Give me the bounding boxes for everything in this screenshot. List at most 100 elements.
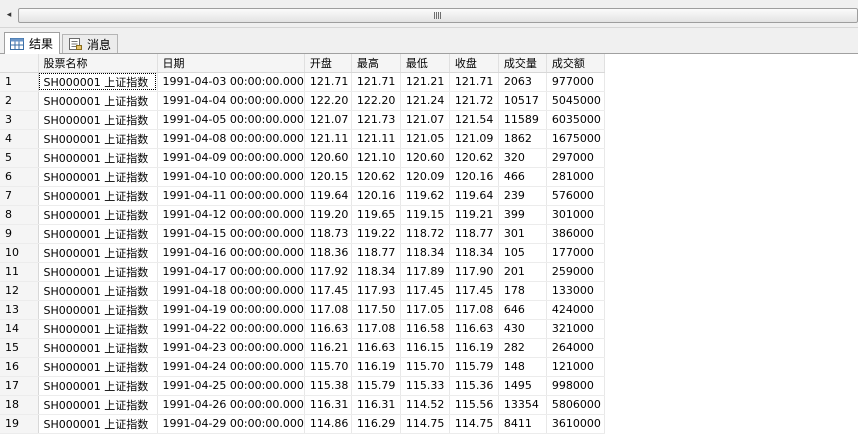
table-row[interactable]: 4 SH000001 上证指数 1991-04-08 00:00:00.000 121… — [0, 129, 605, 149]
table-cell[interactable]: 576000 — [546, 186, 605, 206]
table-cell[interactable]: SH000001 上证指数 — [38, 243, 158, 263]
table-cell[interactable]: 8411 — [498, 414, 547, 434]
table-cell[interactable]: 116.19 — [351, 357, 401, 377]
table-cell[interactable]: 399 — [498, 205, 547, 225]
table-cell[interactable]: 117.08 — [449, 300, 499, 320]
table-cell[interactable]: 321000 — [546, 319, 605, 339]
table-cell[interactable]: 1991-04-15 00:00:00.000 — [157, 224, 305, 244]
table-cell[interactable]: 646 — [498, 300, 547, 320]
table-row[interactable]: 16 SH000001 上证指数 1991-04-24 00:00:00.000 11… — [0, 357, 605, 377]
table-cell[interactable]: 120.15 — [304, 167, 352, 187]
horizontal-scrollbar[interactable]: ◂ — [0, 0, 858, 28]
table-row[interactable]: 18 SH000001 上证指数 1991-04-26 00:00:00.000 11… — [0, 395, 605, 415]
row-number[interactable]: 13 — [0, 300, 39, 320]
table-cell[interactable]: SH000001 上证指数 — [38, 167, 158, 187]
table-cell[interactable]: 264000 — [546, 338, 605, 358]
row-number[interactable]: 7 — [0, 186, 39, 206]
table-cell[interactable]: 1991-04-18 00:00:00.000 — [157, 281, 305, 301]
table-cell[interactable]: 120.16 — [449, 167, 499, 187]
table-cell[interactable]: 998000 — [546, 376, 605, 396]
table-cell[interactable]: 424000 — [546, 300, 605, 320]
table-cell[interactable]: 121.05 — [400, 129, 450, 149]
table-cell[interactable]: 114.86 — [304, 414, 352, 434]
table-row[interactable]: 8 SH000001 上证指数 1991-04-12 00:00:00.000 119… — [0, 205, 605, 225]
table-row[interactable]: 12 SH000001 上证指数 1991-04-18 00:00:00.000 11… — [0, 281, 605, 301]
table-cell[interactable]: 117.08 — [304, 300, 352, 320]
table-cell[interactable]: 120.60 — [400, 148, 450, 168]
table-cell[interactable]: 121000 — [546, 357, 605, 377]
table-cell[interactable]: 2063 — [498, 72, 547, 92]
table-cell[interactable]: 116.31 — [304, 395, 352, 415]
row-number[interactable]: 19 — [0, 414, 39, 434]
table-row[interactable]: 15 SH000001 上证指数 1991-04-23 00:00:00.000 11… — [0, 338, 605, 358]
table-row[interactable]: 2 SH000001 上证指数 1991-04-04 00:00:00.000 122… — [0, 91, 605, 111]
row-number[interactable]: 4 — [0, 129, 39, 149]
table-cell[interactable]: 120.62 — [351, 167, 401, 187]
table-cell[interactable]: 148 — [498, 357, 547, 377]
table-cell[interactable]: 1862 — [498, 129, 547, 149]
table-cell[interactable]: 466 — [498, 167, 547, 187]
table-cell[interactable]: 122.20 — [304, 91, 352, 111]
table-cell[interactable]: 1991-04-12 00:00:00.000 — [157, 205, 305, 225]
table-cell[interactable]: 119.15 — [400, 205, 450, 225]
table-cell[interactable]: SH000001 上证指数 — [38, 205, 158, 225]
tab-messages[interactable]: 消息 — [62, 34, 118, 53]
table-cell[interactable]: 118.34 — [351, 262, 401, 282]
row-number[interactable]: 6 — [0, 167, 39, 187]
row-number[interactable]: 9 — [0, 224, 39, 244]
table-row[interactable]: 11 SH000001 上证指数 1991-04-17 00:00:00.000 11… — [0, 262, 605, 282]
table-cell[interactable]: 119.22 — [351, 224, 401, 244]
table-cell[interactable]: 116.31 — [351, 395, 401, 415]
table-cell[interactable]: 121.71 — [304, 72, 352, 92]
table-row[interactable]: 14 SH000001 上证指数 1991-04-22 00:00:00.000 11… — [0, 319, 605, 339]
row-number-header[interactable] — [0, 54, 39, 73]
table-cell[interactable]: 105 — [498, 243, 547, 263]
table-cell[interactable]: 1495 — [498, 376, 547, 396]
table-cell[interactable]: 121.10 — [351, 148, 401, 168]
table-cell[interactable]: 115.70 — [304, 357, 352, 377]
table-cell[interactable]: 116.29 — [351, 414, 401, 434]
table-cell[interactable]: 116.21 — [304, 338, 352, 358]
table-cell[interactable]: 10517 — [498, 91, 547, 111]
table-cell[interactable]: 239 — [498, 186, 547, 206]
table-cell[interactable]: 1991-04-19 00:00:00.000 — [157, 300, 305, 320]
column-header[interactable]: 最高 — [351, 54, 401, 73]
table-cell[interactable]: 121.72 — [449, 91, 499, 111]
column-header[interactable]: 收盘 — [449, 54, 499, 73]
column-header[interactable]: 最低 — [400, 54, 450, 73]
table-cell[interactable]: 121.71 — [351, 72, 401, 92]
table-cell[interactable]: 121.09 — [449, 129, 499, 149]
table-row[interactable]: 13 SH000001 上证指数 1991-04-19 00:00:00.000 11… — [0, 300, 605, 320]
table-cell[interactable]: 201 — [498, 262, 547, 282]
table-cell[interactable]: 1991-04-03 00:00:00.000 — [157, 72, 305, 92]
scrollbar-thumb[interactable] — [18, 8, 858, 23]
table-row[interactable]: 3 SH000001 上证指数 1991-04-05 00:00:00.000 121… — [0, 110, 605, 130]
table-cell[interactable]: 116.15 — [400, 338, 450, 358]
table-cell[interactable]: 5045000 — [546, 91, 605, 111]
table-cell[interactable]: 281000 — [546, 167, 605, 187]
table-cell[interactable]: SH000001 上证指数 — [38, 186, 158, 206]
table-cell[interactable]: 1991-04-17 00:00:00.000 — [157, 262, 305, 282]
table-cell[interactable]: 1991-04-09 00:00:00.000 — [157, 148, 305, 168]
table-cell[interactable]: 11589 — [498, 110, 547, 130]
table-cell[interactable]: SH000001 上证指数 — [38, 262, 158, 282]
table-cell[interactable]: 3610000 — [546, 414, 605, 434]
table-cell[interactable]: 320 — [498, 148, 547, 168]
table-cell[interactable]: SH000001 上证指数 — [38, 319, 158, 339]
column-header[interactable]: 开盘 — [304, 54, 352, 73]
row-number[interactable]: 17 — [0, 376, 39, 396]
table-cell[interactable]: 1991-04-11 00:00:00.000 — [157, 186, 305, 206]
table-cell[interactable]: 114.52 — [400, 395, 450, 415]
table-cell[interactable]: 1991-04-08 00:00:00.000 — [157, 129, 305, 149]
table-cell[interactable]: SH000001 上证指数 — [38, 357, 158, 377]
table-cell[interactable]: 1991-04-22 00:00:00.000 — [157, 319, 305, 339]
table-cell[interactable]: 1991-04-10 00:00:00.000 — [157, 167, 305, 187]
table-cell[interactable]: 117.92 — [304, 262, 352, 282]
table-cell[interactable]: 120.60 — [304, 148, 352, 168]
table-cell[interactable]: 117.90 — [449, 262, 499, 282]
table-cell[interactable]: 116.63 — [449, 319, 499, 339]
table-cell[interactable]: 119.20 — [304, 205, 352, 225]
table-cell[interactable]: 5806000 — [546, 395, 605, 415]
table-cell[interactable]: 122.20 — [351, 91, 401, 111]
table-cell[interactable]: 1991-04-05 00:00:00.000 — [157, 110, 305, 130]
